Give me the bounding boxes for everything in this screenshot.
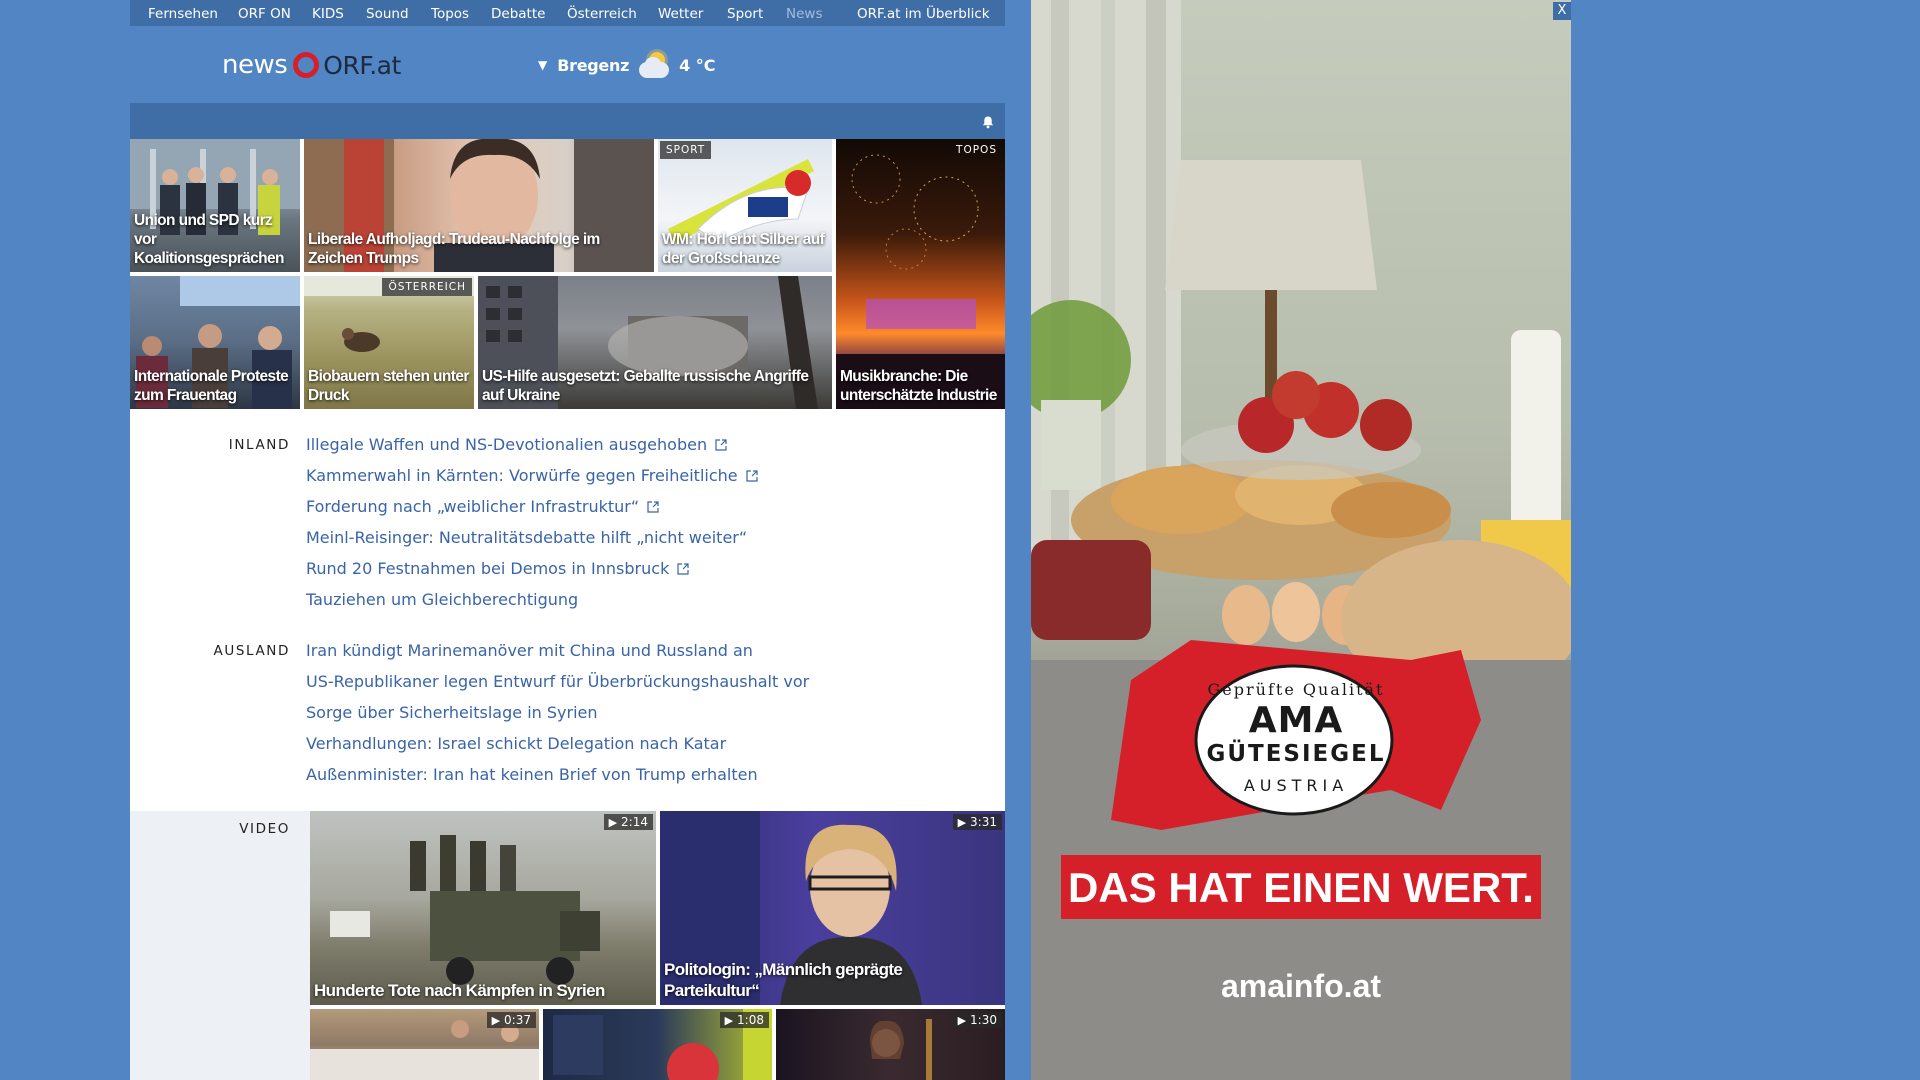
story-title: Biobauern stehen unter Druck	[308, 368, 469, 404]
news-link-text: Kammerwahl in Kärnten: Vorwürfe gegen Fr…	[306, 466, 738, 485]
news-link-text: Forderung nach „weiblicher Infrastruktur…	[306, 497, 640, 516]
video-duration: 2:14	[603, 814, 653, 830]
section-label-ausland: AUSLAND	[213, 643, 290, 659]
section-tag: ÖSTERREICH	[382, 278, 472, 296]
video-tile[interactable]: 3:31 Politologin: „Männlich geprägte Par…	[660, 811, 1005, 1005]
ad-kitchen-scene	[1031, 0, 1571, 1080]
story-tile[interactable]: US-Hilfe ausgesetzt: Geballte russische …	[478, 276, 832, 409]
news-link-text: Tauziehen um Gleichberechtigung	[306, 590, 579, 609]
external-link-icon	[715, 439, 727, 451]
story-tile[interactable]: SPORT WM: Hörl erbt Silber auf der Großs…	[658, 139, 832, 272]
video-section-sidebar: VIDEO	[130, 811, 310, 1080]
nav-sport[interactable]: Sport	[727, 6, 763, 22]
nav-kids[interactable]: KIDS	[312, 6, 344, 22]
ad-seal-guetesiegel: GÜTESIEGEL	[1206, 741, 1386, 767]
orf-eye-icon	[293, 52, 320, 78]
story-bar	[130, 103, 1005, 139]
news-link[interactable]: Kammerwahl in Kärnten: Vorwürfe gegen Fr…	[306, 466, 758, 485]
news-link-text: Rund 20 Festnahmen bei Demos in Innsbruc…	[306, 559, 670, 578]
nav-debatte[interactable]: Debatte	[491, 6, 545, 22]
weather-temperature: 4 °C	[679, 55, 716, 75]
story-tile[interactable]: Liberale Aufholjagd: Trudeau-Nachfolge i…	[304, 139, 654, 272]
advertisement[interactable]: Geprüfte Qualität AMA GÜTESIEGEL AUSTRIA…	[1031, 0, 1571, 1080]
weather-widget[interactable]: ▼ Bregenz 4 °C	[538, 52, 716, 78]
story-tile[interactable]: Musikbranche: Die unterschätzte Industri…	[836, 273, 1005, 409]
news-orf-logo[interactable]: news ORF.at	[222, 48, 401, 82]
news-link-text: Illegale Waffen und NS-Devotionalien aus…	[306, 435, 708, 454]
ad-seal-ama: AMA	[1248, 700, 1344, 741]
video-tile[interactable]: 1:30	[776, 1009, 1005, 1080]
bell-icon[interactable]	[981, 115, 995, 129]
nav-news[interactable]: News	[786, 6, 822, 22]
video-thumbnail	[330, 835, 600, 985]
news-link[interactable]: Illegale Waffen und NS-Devotionalien aus…	[306, 435, 727, 454]
video-title: Hunderte Tote nach Kämpfen in Syrien	[314, 981, 605, 1000]
ad-slogan: DAS HAT EINEN WERT.	[1068, 864, 1534, 911]
story-title: Liberale Aufholjagd: Trudeau-Nachfolge i…	[308, 231, 600, 267]
ad-seal-austria: AUSTRIA	[1243, 776, 1349, 795]
news-link[interactable]: Tauziehen um Gleichberechtigung	[306, 590, 578, 609]
video-duration: 1:08	[719, 1012, 769, 1028]
video-duration: 0:37	[486, 1012, 536, 1028]
nav-topos[interactable]: Topos	[431, 6, 469, 22]
weather-city: Bregenz	[557, 55, 630, 75]
chevron-down-icon[interactable]: ▼	[538, 58, 547, 72]
logo-orf-text: ORF.at	[323, 50, 401, 80]
story-title: Union und SPD kurz vor Koalitionsgespräc…	[134, 212, 285, 267]
video-title: Politologin: „Männlich geprägte Parteiku…	[664, 960, 903, 1000]
video-tile[interactable]: 0:37	[310, 1009, 539, 1080]
nav-fernsehen[interactable]: Fernsehen	[148, 6, 218, 22]
top-navigation: Fernsehen ORF ON KIDS Sound Topos Debatt…	[130, 0, 1005, 26]
video-section: 2:14 Hunderte Tote nach Kämpfen in Syrie…	[310, 811, 1005, 1080]
story-tile[interactable]: ÖSTERREICH Biobauern stehen unter Druck	[304, 276, 474, 409]
news-link[interactable]: Sorge über Sicherheitslage in Syrien	[306, 703, 598, 722]
video-duration: 1:30	[952, 1012, 1002, 1028]
ad-url[interactable]: amainfo.at	[1031, 968, 1571, 1005]
partly-cloudy-icon	[637, 50, 673, 80]
news-link[interactable]: US-Republikaner legen Entwurf für Überbr…	[306, 672, 809, 691]
news-link[interactable]: Außenminister: Iran hat keinen Brief von…	[306, 765, 758, 784]
nav-oesterreich[interactable]: Österreich	[567, 6, 637, 22]
news-link[interactable]: Rund 20 Festnahmen bei Demos in Innsbruc…	[306, 559, 689, 578]
ad-close-button[interactable]: X	[1553, 2, 1571, 20]
nav-sound[interactable]: Sound	[366, 6, 409, 22]
news-link[interactable]: Verhandlungen: Israel schickt Delegation…	[306, 734, 726, 753]
nav-overview[interactable]: ORF.at im Überblick	[857, 6, 990, 22]
external-link-icon	[647, 501, 659, 513]
external-link-icon	[746, 470, 758, 482]
nav-orf-on[interactable]: ORF ON	[238, 6, 291, 22]
story-tile[interactable]: Internationale Proteste zum Frauentag	[130, 276, 300, 409]
news-link[interactable]: Iran kündigt Marinemanöver mit China und…	[306, 641, 753, 660]
section-label-inland: INLAND	[228, 437, 290, 453]
video-tile[interactable]: 2:14 Hunderte Tote nach Kämpfen in Syrie…	[310, 811, 656, 1005]
story-title: US-Hilfe ausgesetzt: Geballte russische …	[482, 368, 809, 404]
news-link-text: Meinl-Reisinger: Neutralitätsdebatte hil…	[306, 528, 748, 547]
section-label-video: VIDEO	[239, 821, 290, 837]
logo-news-text: news	[222, 50, 288, 80]
news-link[interactable]: Meinl-Reisinger: Neutralitätsdebatte hil…	[306, 528, 747, 547]
story-tile[interactable]: Union und SPD kurz vor Koalitionsgespräc…	[130, 139, 300, 272]
nav-wetter[interactable]: Wetter	[658, 6, 703, 22]
video-tile[interactable]: 1:08	[543, 1009, 772, 1080]
story-title: Internationale Proteste zum Frauentag	[134, 368, 289, 404]
story-title: Musikbranche: Die unterschätzte Industri…	[840, 368, 997, 404]
story-title: WM: Hörl erbt Silber auf der Großschanze	[662, 231, 825, 267]
ad-seal-arc: Geprüfte Qualität	[1207, 680, 1385, 699]
section-tag: TOPOS	[956, 144, 997, 156]
section-tag: SPORT	[660, 141, 712, 159]
external-link-icon	[677, 563, 689, 575]
video-duration: 3:31	[952, 814, 1002, 830]
news-link[interactable]: Forderung nach „weiblicher Infrastruktur…	[306, 497, 659, 516]
